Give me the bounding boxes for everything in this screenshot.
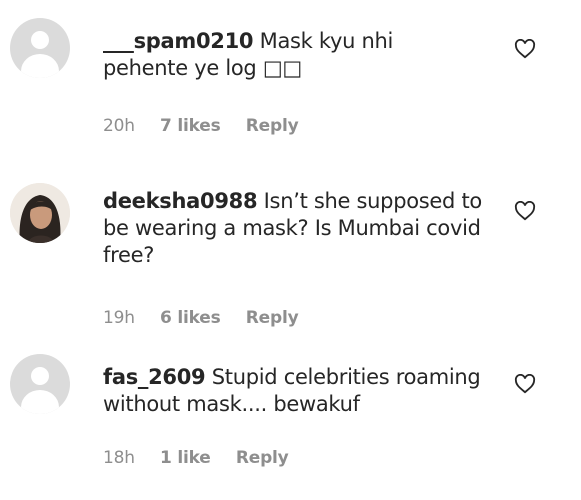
default-avatar-icon[interactable] <box>10 18 70 78</box>
reply-button[interactable]: Reply <box>246 116 299 136</box>
comment-username[interactable]: fas_2609 <box>103 365 206 389</box>
heart-outline-icon[interactable] <box>514 201 536 221</box>
comment-username[interactable]: ___spam0210 <box>103 29 254 53</box>
comment-likes[interactable]: 1 like <box>160 448 211 468</box>
comment-time: 18h <box>103 448 135 468</box>
comment-text: deeksha0988 Isn’t she supposed to be wea… <box>103 188 488 269</box>
heart-outline-icon[interactable] <box>514 39 536 59</box>
comment-text: fas_2609 Stupid celebrities roaming with… <box>103 364 488 418</box>
comment-username[interactable]: deeksha0988 <box>103 189 258 213</box>
default-avatar-icon[interactable] <box>10 354 70 414</box>
comment-likes[interactable]: 7 likes <box>160 116 221 136</box>
reply-button[interactable]: Reply <box>246 308 299 328</box>
comment-time: 20h <box>103 116 135 136</box>
comment-meta: 20h 7 likes Reply <box>103 116 318 136</box>
reply-button[interactable]: Reply <box>236 448 289 468</box>
comment-text: ___spam0210 Mask kyu nhi pehente ye log … <box>103 28 483 82</box>
comment-meta: 19h 6 likes Reply <box>103 308 318 328</box>
heart-outline-icon[interactable] <box>514 374 536 394</box>
comment-time: 19h <box>103 308 135 328</box>
avatar[interactable] <box>10 183 70 243</box>
comment-likes[interactable]: 6 likes <box>160 308 221 328</box>
comment-meta: 18h 1 like Reply <box>103 448 309 468</box>
